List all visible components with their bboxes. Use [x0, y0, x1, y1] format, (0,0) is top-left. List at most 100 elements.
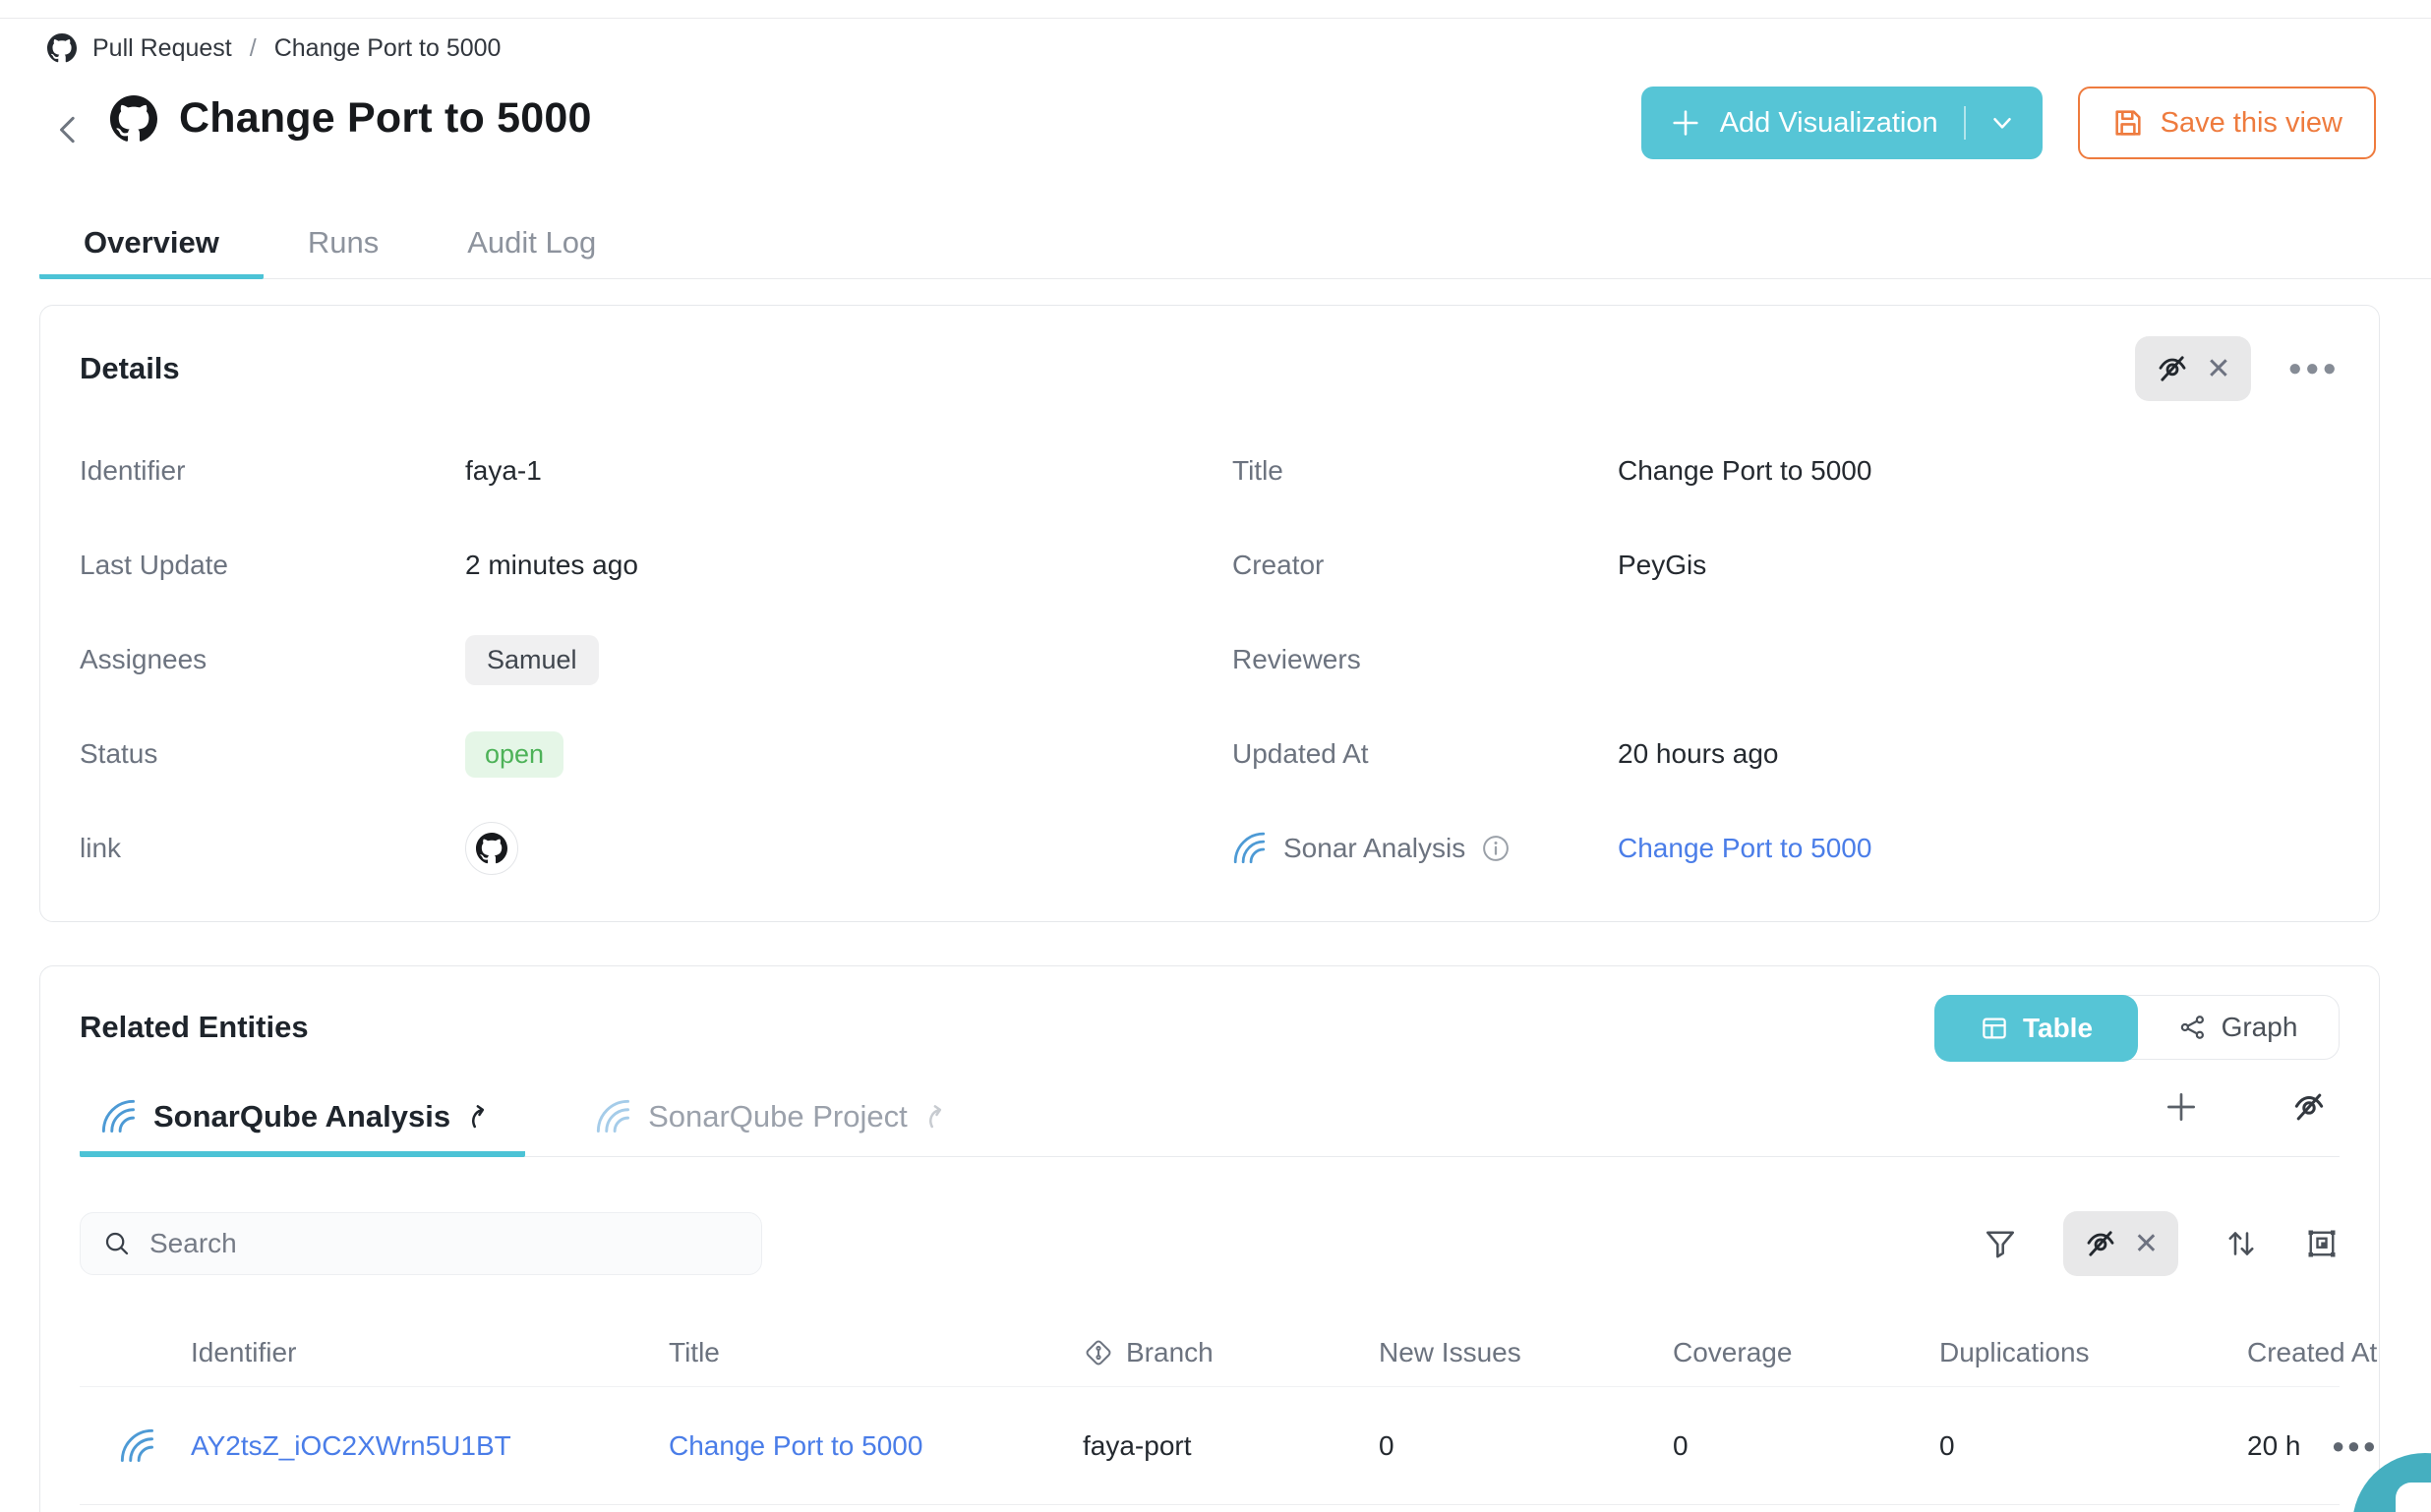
add-visualization-button[interactable]: Add Visualization	[1641, 87, 2043, 159]
field-label: Updated At	[1232, 738, 1618, 770]
view-toggle: Table Graph	[1934, 995, 2340, 1060]
plus-icon	[1669, 106, 1702, 140]
details-card: Details ✕ ●●● Identifier faya-1 Last Upd…	[39, 305, 2380, 922]
view-toggle-table[interactable]: Table	[1934, 995, 2138, 1062]
view-toggle-graph-label: Graph	[2222, 1012, 2298, 1043]
field-label: link	[80, 833, 465, 864]
close-icon: ✕	[2134, 1227, 2159, 1261]
github-icon	[476, 833, 507, 864]
field-label: Creator	[1232, 550, 1618, 581]
column-header-coverage: Coverage	[1673, 1337, 1792, 1368]
button-divider	[1964, 106, 1966, 140]
column-header-duplications: Duplications	[1939, 1337, 2090, 1368]
back-chevron-icon[interactable]	[49, 106, 89, 153]
search-icon	[102, 1229, 132, 1258]
field-value: faya-1	[465, 455, 542, 487]
eye-off-icon[interactable]	[2290, 1088, 2328, 1126]
hide-empty-columns-toggle[interactable]: ✕	[2063, 1211, 2178, 1276]
column-header-title: Title	[669, 1337, 720, 1368]
details-heading: Details	[80, 351, 180, 386]
view-toggle-table-label: Table	[2023, 1013, 2093, 1044]
top-divider	[0, 18, 2431, 19]
page-tabs: Overview Runs Audit Log	[39, 210, 2431, 279]
related-entities-table: Identifier Title Branch New Issues Cover…	[80, 1318, 2340, 1505]
field-label: Assignees	[80, 644, 465, 675]
row-created-at: 20 h	[2247, 1430, 2301, 1462]
breadcrumb-blueprint[interactable]: Pull Request	[92, 34, 232, 63]
add-related-entity-icon[interactable]	[2163, 1088, 2200, 1126]
page-title: Change Port to 5000	[179, 94, 592, 143]
field-value: Change Port to 5000	[1618, 455, 1871, 487]
field-label: Sonar Analysis	[1283, 833, 1465, 864]
related-entity-tabs: SonarQube Analysis SonarQube Project	[80, 1082, 2340, 1157]
row-title-link[interactable]: Change Port to 5000	[669, 1430, 922, 1462]
tab-runs[interactable]: Runs	[264, 210, 423, 279]
row-duplications: 0	[1939, 1430, 1955, 1462]
related-entities-heading: Related Entities	[80, 1010, 309, 1045]
table-header-row: Identifier Title Branch New Issues Cover…	[80, 1318, 2340, 1387]
field-label: Last Update	[80, 550, 465, 581]
tab-overview[interactable]: Overview	[39, 210, 264, 279]
save-icon	[2111, 106, 2145, 140]
relation-arrow-icon	[923, 1102, 953, 1132]
filter-icon[interactable]	[1983, 1226, 2018, 1261]
add-visualization-label: Add Visualization	[1720, 107, 1938, 140]
github-icon	[110, 95, 157, 143]
status-badge: open	[465, 731, 563, 778]
row-identifier-link[interactable]: AY2tsZ_iOC2XWrn5U1BT	[191, 1430, 511, 1462]
sonarqube-icon	[595, 1098, 632, 1135]
field-status: Status open	[80, 707, 1154, 801]
field-sonar-analysis: Sonar Analysis Change Port to 5000	[1232, 801, 2342, 896]
field-last-update: Last Update 2 minutes ago	[80, 518, 1154, 612]
tab-sonarqube-analysis[interactable]: SonarQube Analysis	[80, 1083, 525, 1157]
field-title: Title Change Port to 5000	[1232, 424, 2342, 518]
column-header-created-at: Created At	[2247, 1337, 2377, 1368]
header-actions: Add Visualization Save this view	[1641, 87, 2376, 159]
eye-off-icon	[2083, 1226, 2118, 1261]
hide-empty-values-toggle[interactable]: ✕	[2135, 336, 2250, 401]
tab-audit-log[interactable]: Audit Log	[423, 210, 640, 279]
chat-bubble-icon	[2396, 1483, 2431, 1512]
row-more-options-icon[interactable]: ●●●	[2332, 1433, 2378, 1459]
close-icon: ✕	[2206, 352, 2230, 386]
save-view-button[interactable]: Save this view	[2078, 87, 2376, 159]
assignee-chip: Samuel	[465, 635, 599, 685]
info-icon[interactable]	[1481, 834, 1511, 863]
field-label: Status	[80, 738, 465, 770]
column-header-branch: Branch	[1083, 1337, 1214, 1368]
table-icon	[1980, 1014, 2009, 1043]
view-toggle-graph[interactable]: Graph	[2137, 996, 2339, 1059]
field-label: Title	[1232, 455, 1618, 487]
branch-icon	[1083, 1337, 1114, 1368]
row-new-issues: 0	[1379, 1430, 1394, 1462]
field-value: PeyGis	[1618, 550, 1706, 581]
github-link-button[interactable]	[465, 822, 518, 875]
table-toolbar: ✕	[80, 1211, 2340, 1276]
column-header-identifier: Identifier	[191, 1337, 296, 1368]
chevron-down-icon[interactable]	[1987, 108, 2017, 138]
sonar-analysis-link[interactable]: Change Port to 5000	[1618, 833, 1871, 864]
field-label: Identifier	[80, 455, 465, 487]
related-entities-card: Related Entities Table Graph SonarQube A…	[39, 965, 2380, 1512]
field-assignees: Assignees Samuel	[80, 612, 1154, 707]
search-input[interactable]	[149, 1228, 740, 1259]
entity-page: Pull Request / Change Port to 5000 Chang…	[0, 0, 2431, 1512]
search-box[interactable]	[80, 1212, 762, 1275]
tab-label: SonarQube Project	[648, 1099, 908, 1134]
field-link: link	[80, 801, 1154, 896]
field-creator: Creator PeyGis	[1232, 518, 2342, 612]
relation-arrow-icon	[466, 1102, 496, 1132]
group-by-icon[interactable]	[2304, 1226, 2340, 1261]
field-label: Reviewers	[1232, 644, 1618, 675]
field-value: 2 minutes ago	[465, 550, 638, 581]
github-icon	[47, 33, 77, 63]
details-fields: Identifier faya-1 Last Update 2 minutes …	[80, 424, 2340, 896]
tab-sonarqube-project[interactable]: SonarQube Project	[574, 1083, 982, 1157]
sonarqube-icon	[119, 1427, 156, 1465]
more-options-icon[interactable]: ●●●	[2288, 355, 2341, 382]
sonarqube-icon	[1232, 831, 1268, 866]
sort-icon[interactable]	[2223, 1226, 2259, 1261]
field-reviewers: Reviewers	[1232, 612, 2342, 707]
table-row: AY2tsZ_iOC2XWrn5U1BT Change Port to 5000…	[80, 1387, 2340, 1505]
breadcrumb: Pull Request / Change Port to 5000	[47, 33, 501, 63]
